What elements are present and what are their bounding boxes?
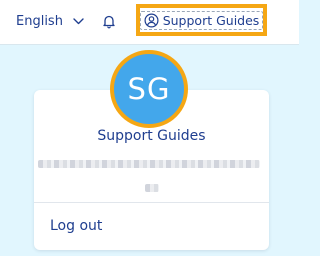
support-guides-label: Support Guides [162, 12, 260, 28]
profile-name: Support Guides [97, 128, 206, 144]
language-selector[interactable]: English [16, 11, 84, 31]
top-bar: English Support Guides [0, 0, 299, 45]
redacted-detail [145, 184, 159, 192]
chevron-down-icon [73, 17, 84, 25]
support-guides-button[interactable]: Support Guides [136, 4, 267, 36]
redacted-email [38, 160, 260, 168]
avatar: SG [110, 50, 188, 128]
language-label: English [16, 13, 63, 29]
user-circle-icon [144, 12, 159, 28]
divider [34, 202, 269, 203]
support-guides-button-content: Support Guides [139, 10, 264, 30]
logout-link[interactable]: Log out [50, 218, 102, 234]
bell-icon[interactable] [100, 12, 118, 30]
avatar-initials: SG [127, 72, 171, 106]
